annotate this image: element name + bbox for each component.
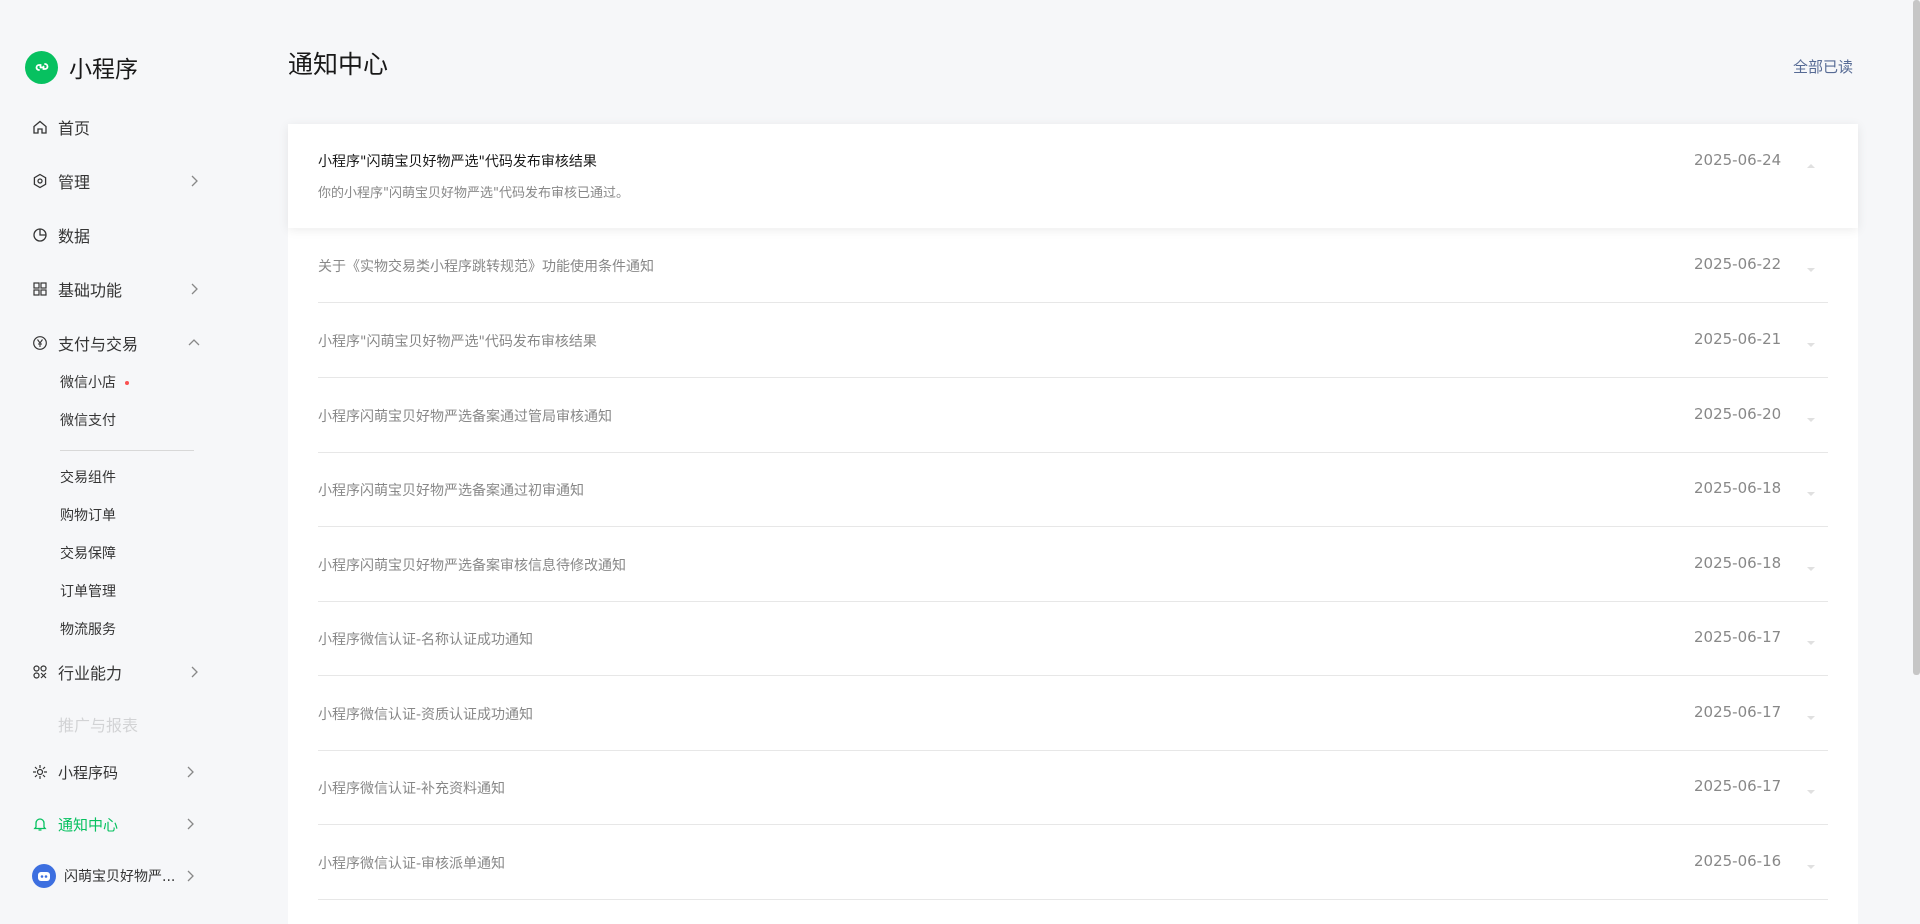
expand-icon[interactable] <box>1806 780 1816 799</box>
sidebar-account[interactable]: 闪萌宝贝好物严... <box>32 861 202 891</box>
notification-date: 2025-06-22 <box>1694 255 1782 273</box>
collapse-icon[interactable] <box>1806 154 1816 173</box>
sidebar-item-qrcode[interactable]: 小程序码 <box>32 757 202 787</box>
expand-icon[interactable] <box>1806 408 1816 427</box>
notification-date: 2025-06-17 <box>1694 703 1782 721</box>
chevron-right-icon <box>186 281 202 301</box>
notification-title: 小程序微信认证-补充资料通知 <box>318 781 506 797</box>
notification-title: 小程序闪萌宝贝好物严选备案通过管局审核通知 <box>318 409 612 425</box>
sidebar-item-notify[interactable]: 通知中心 <box>32 809 202 839</box>
sidebar-item-label: 行业能力 <box>58 664 123 683</box>
notification-item[interactable]: 小程序微信认证-审核派单通知 2025-06-16 <box>318 825 1828 900</box>
miniprogram-logo-icon <box>25 50 58 84</box>
sidebar-subitem-label: 微信小店 <box>60 375 116 391</box>
app-title: 小程序 <box>69 57 138 83</box>
app-logo[interactable]: 小程序 <box>25 50 138 84</box>
notification-date: 2025-06-17 <box>1694 777 1782 795</box>
account-avatar <box>32 864 56 888</box>
sidebar: 小程序 首页 管理 数据 基础功能 支付与交易 微信小店 微信支付 交易组件 购… <box>0 0 230 911</box>
notification-item-expanded[interactable]: 小程序"闪萌宝贝好物严选"代码发布审核结果 你的小程序"闪萌宝贝好物严选"代码发… <box>288 124 1858 228</box>
sidebar-item-label: 小程序码 <box>58 763 119 782</box>
sidebar-item-label: 基础功能 <box>58 281 123 300</box>
sidebar-item-label: 推广与报表 <box>58 716 139 735</box>
sun-burst-icon <box>32 764 48 780</box>
notification-dot <box>125 381 129 385</box>
expand-icon[interactable] <box>1806 706 1816 725</box>
sidebar-item-promotion-faded[interactable]: 推广与报表 <box>32 712 202 736</box>
notification-title: 小程序闪萌宝贝好物严选备案审核信息待修改通知 <box>318 558 626 574</box>
bell-icon <box>32 816 48 832</box>
notification-item[interactable]: 小程序微信认证-补充资料通知 2025-06-17 <box>318 750 1828 825</box>
sidebar-item-industry[interactable]: 行业能力 <box>32 657 202 687</box>
notification-item[interactable]: 小程序微信认证-名称认证成功通知 2025-06-17 <box>318 601 1828 676</box>
chevron-up-icon <box>186 335 202 355</box>
expand-icon[interactable] <box>1806 258 1816 277</box>
notification-title: 小程序微信认证-名称认证成功通知 <box>318 632 534 648</box>
account-name: 闪萌宝贝好物严... <box>64 869 176 885</box>
notification-title: 小程序"闪萌宝贝好物严选"代码发布审核结果 <box>318 154 597 170</box>
expand-icon[interactable] <box>1806 855 1816 874</box>
sidebar-subitem-weixin-pay[interactable]: 微信支付 <box>60 411 116 431</box>
expand-icon[interactable] <box>1806 557 1816 576</box>
notification-item[interactable]: 小程序闪萌宝贝好物严选备案通过管局审核通知 2025-06-20 <box>318 378 1828 453</box>
notification-date: 2025-06-18 <box>1694 554 1782 572</box>
expand-icon[interactable] <box>1806 631 1816 650</box>
sidebar-item-data[interactable]: 数据 <box>32 220 202 250</box>
notification-date: 2025-06-16 <box>1694 852 1782 870</box>
notification-date: 2025-06-18 <box>1694 479 1782 497</box>
sidebar-item-label: 首页 <box>58 119 91 138</box>
mark-all-read-link[interactable]: 全部已读 <box>1793 56 1853 77</box>
notification-item[interactable]: 小程序微信认证-资质认证成功通知 2025-06-17 <box>318 676 1828 751</box>
chevron-right-icon <box>186 173 202 193</box>
notification-date: 2025-06-17 <box>1694 628 1782 646</box>
sidebar-item-label: 通知中心 <box>58 815 119 834</box>
chevron-right-icon <box>182 816 198 836</box>
notification-item[interactable]: 小程序"闪萌宝贝好物严选"代码发布审核结果 2025-06-21 <box>318 303 1828 378</box>
notification-date: 2025-06-20 <box>1694 405 1782 423</box>
page-title: 通知中心 <box>288 50 389 79</box>
sidebar-item-payment[interactable]: 支付与交易 <box>32 328 202 358</box>
expand-icon[interactable] <box>1806 333 1816 352</box>
sidebar-subitem-order-manage[interactable]: 订单管理 <box>60 582 116 602</box>
page-scrollbar[interactable] <box>1913 0 1920 675</box>
sidebar-subitem-weixin-shop[interactable]: 微信小店 <box>60 373 129 393</box>
expand-icon[interactable] <box>1806 482 1816 501</box>
notification-item[interactable]: 小程序闪萌宝贝好物严选备案通过初审通知 2025-06-18 <box>318 452 1828 527</box>
grid-icon <box>32 281 48 297</box>
sidebar-item-manage[interactable]: 管理 <box>32 166 202 196</box>
sidebar-subitem-trade-guarantee[interactable]: 交易保障 <box>60 544 116 564</box>
notification-title: 小程序"闪萌宝贝好物严选"代码发布审核结果 <box>318 334 597 350</box>
notification-date: 2025-06-24 <box>1694 151 1782 169</box>
manage-icon <box>32 173 48 189</box>
chevron-right-icon <box>182 868 198 888</box>
notification-date: 2025-06-21 <box>1694 330 1782 348</box>
industry-icon <box>32 664 48 680</box>
sidebar-item-label: 管理 <box>58 173 91 192</box>
notification-title: 关于《实物交易类小程序跳转规范》功能使用条件通知 <box>318 259 654 275</box>
notification-body: 你的小程序"闪萌宝贝好物严选"代码发布审核已通过。 <box>318 186 629 201</box>
sidebar-item-home[interactable]: 首页 <box>32 112 202 142</box>
sidebar-divider <box>60 450 194 451</box>
chevron-right-icon <box>186 664 202 684</box>
sidebar-subitem-trade-component[interactable]: 交易组件 <box>60 468 116 488</box>
notification-title: 小程序闪萌宝贝好物严选备案通过初审通知 <box>318 483 584 499</box>
notification-title: 小程序微信认证-资质认证成功通知 <box>318 707 534 723</box>
home-icon <box>32 119 48 135</box>
chevron-right-icon <box>182 764 198 784</box>
yuan-icon <box>32 335 48 351</box>
chart-pie-icon <box>32 227 48 243</box>
sidebar-item-basic[interactable]: 基础功能 <box>32 274 202 304</box>
notification-item[interactable]: 小程序闪萌宝贝好物严选备案审核信息待修改通知 2025-06-18 <box>318 527 1828 602</box>
notification-title: 小程序微信认证-审核派单通知 <box>318 856 506 872</box>
sidebar-subitem-logistics[interactable]: 物流服务 <box>60 620 116 640</box>
sidebar-subitem-shopping-orders[interactable]: 购物订单 <box>60 506 116 526</box>
sidebar-item-label: 支付与交易 <box>58 335 139 354</box>
notification-list: 小程序"闪萌宝贝好物严选"代码发布审核结果 你的小程序"闪萌宝贝好物严选"代码发… <box>288 124 1858 924</box>
sidebar-item-label: 数据 <box>58 227 91 246</box>
notification-item[interactable]: 关于《实物交易类小程序跳转规范》功能使用条件通知 2025-06-22 <box>318 228 1828 303</box>
